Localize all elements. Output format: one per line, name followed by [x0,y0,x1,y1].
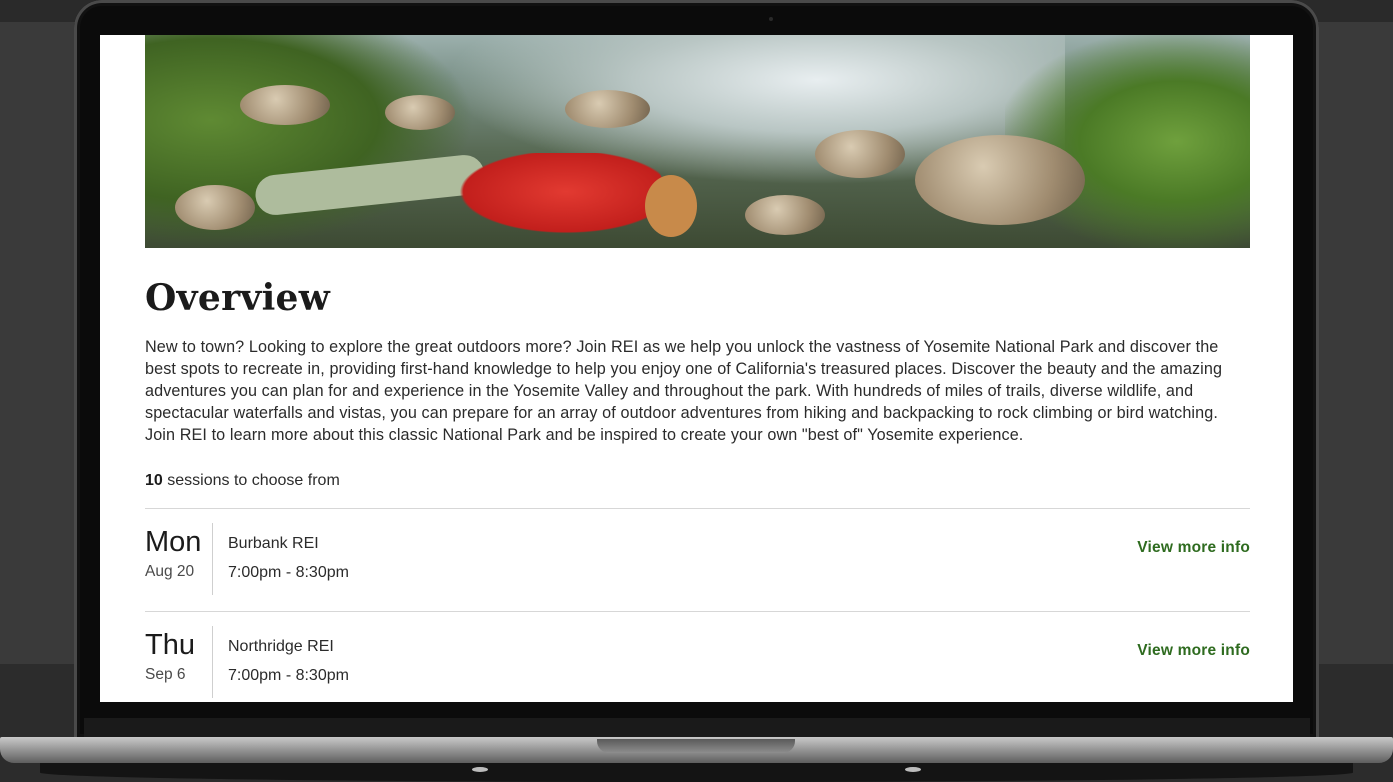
view-more-info-link[interactable]: View more info [1137,539,1250,557]
laptop-foot [472,767,488,772]
session-row: Thu Sep 6 Northridge REI 7:00pm - 8:30pm… [145,611,1250,702]
session-time: 7:00pm - 8:30pm [228,564,349,581]
session-divider [212,523,213,595]
session-day: Mon [145,526,202,558]
hero-person-head [645,175,697,237]
session-day: Thu [145,629,195,661]
hero-person-jacket [445,153,665,239]
browser-viewport[interactable]: Overview New to town? Looking to explore… [100,35,1293,702]
hero-rock [175,185,255,230]
session-date: Sep 6 [145,666,186,683]
hero-rock [565,90,650,128]
sessions-count: 10 sessions to choose from [145,470,1250,492]
sessions-count-number: 10 [145,472,163,489]
hero-rock [915,135,1085,225]
laptop-shadow [40,763,1353,782]
hero-image [145,35,1250,248]
camera-icon [769,17,773,21]
session-location: Northridge REI [228,638,334,655]
hero-rock [385,95,455,130]
view-more-info-link[interactable]: View more info [1137,642,1250,660]
session-location: Burbank REI [228,535,319,552]
sessions-count-label: sessions to choose from [167,472,340,489]
hero-rock [745,195,825,235]
session-date: Aug 20 [145,563,195,580]
hero-rock [240,85,330,125]
page-content: Overview New to town? Looking to explore… [145,35,1250,702]
session-divider [212,626,213,698]
session-row: Mon Aug 20 Burbank REI 7:00pm - 8:30pm V… [145,508,1250,611]
page-title: Overview [145,277,331,319]
laptop-notch [597,739,795,753]
hero-rock [815,130,905,178]
overview-description: New to town? Looking to explore the grea… [145,338,1223,444]
session-time: 7:00pm - 8:30pm [228,667,349,684]
laptop-foot [905,767,921,772]
